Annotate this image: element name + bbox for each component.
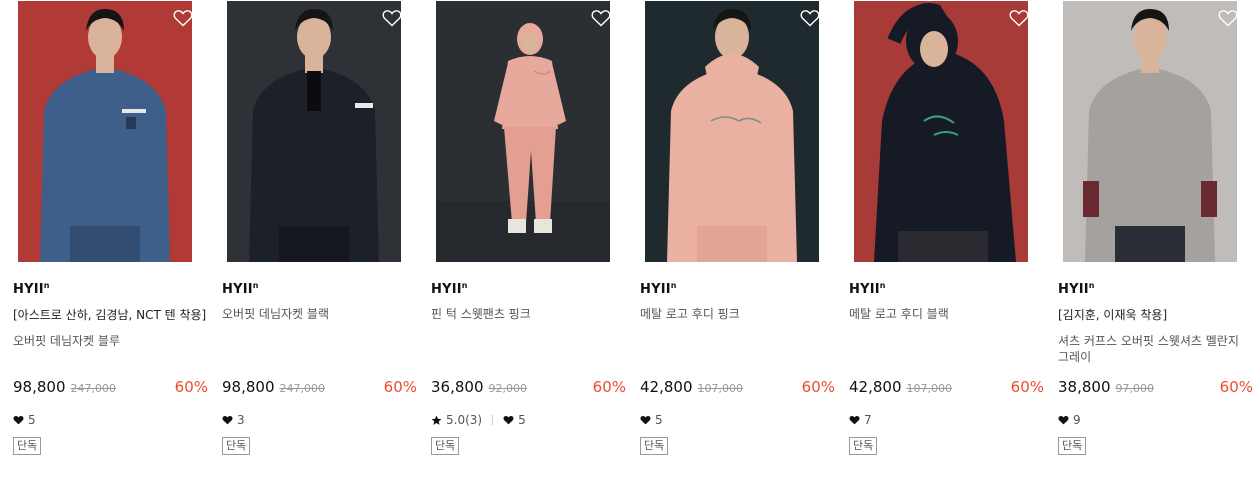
product-image[interactable] [18, 1, 192, 262]
product-name[interactable]: 셔츠 커프스 오버핏 스웻셔츠 멜란지 그레이 [1058, 333, 1248, 365]
discount-rate: 60% [1219, 378, 1253, 396]
product-grid: HYIIn [아스트로 산하, 김경남, NCT 텐 착용] 오버핏 데님자켓 … [0, 0, 1257, 496]
product-image[interactable] [854, 1, 1028, 262]
discount-rate: 60% [801, 378, 835, 396]
product-card[interactable]: HYIIn 메탈 로고 후디 블랙 42,800 107,000 60% 7 단독 [849, 0, 1045, 480]
wishlist-heart-icon[interactable] [173, 9, 193, 27]
heart-filled-icon [640, 415, 651, 425]
likes-count: 9 [1073, 413, 1081, 427]
likes-count: 5 [518, 413, 526, 427]
heart-filled-icon [849, 415, 860, 425]
original-price: 92,000 [488, 382, 528, 395]
likes-count: 3 [237, 413, 245, 427]
original-price: 97,000 [1115, 382, 1155, 395]
wishlist-heart-icon[interactable] [1218, 9, 1238, 27]
brand-name[interactable]: HYIIn [849, 281, 886, 297]
heart-filled-icon [222, 415, 233, 425]
product-card[interactable]: HYIIn [김지훈, 이재욱 착용] 셔츠 커프스 오버핏 스웻셔츠 멜란지 … [1058, 0, 1254, 480]
stats-divider [492, 415, 494, 425]
product-stats: 5 [640, 413, 663, 427]
discount-rate: 60% [1010, 378, 1044, 396]
product-name[interactable]: 메탈 로고 후디 블랙 [849, 306, 1039, 322]
exclusive-badge: 단독 [13, 437, 42, 455]
heart-filled-icon [13, 415, 24, 425]
heart-filled-icon [503, 415, 514, 425]
original-price: 247,000 [70, 382, 117, 395]
product-stats: 3 [222, 413, 245, 427]
brand-name[interactable]: HYIIn [13, 281, 50, 297]
brand-name[interactable]: HYIIn [640, 281, 677, 297]
discount-rate: 60% [383, 378, 417, 396]
likes-count: 5 [28, 413, 36, 427]
product-stats: 9 [1058, 413, 1081, 427]
sale-price: 42,800 107,000 [640, 378, 743, 396]
product-card[interactable]: HYIIn 메탈 로고 후디 핑크 42,800 107,000 60% 5 단독 [640, 0, 836, 480]
product-image[interactable] [436, 1, 610, 262]
product-name[interactable]: 핀 턱 스웻팬츠 핑크 [431, 306, 621, 322]
sale-price: 98,800 247,000 [222, 378, 325, 396]
sale-price: 36,800 92,000 [431, 378, 527, 396]
exclusive-badge: 단독 [849, 437, 878, 455]
product-name[interactable]: 오버핏 데님자켓 블랙 [222, 306, 412, 322]
product-tagline[interactable]: [김지훈, 이재욱 착용] [1058, 306, 1254, 323]
product-image[interactable] [1063, 1, 1237, 262]
star-filled-icon [431, 415, 442, 426]
wishlist-heart-icon[interactable] [591, 9, 611, 27]
original-price: 247,000 [279, 382, 326, 395]
brand-name[interactable]: HYIIn [1058, 281, 1095, 297]
heart-filled-icon [1058, 415, 1069, 425]
exclusive-badge: 단독 [640, 437, 669, 455]
product-stats: 5 [13, 413, 36, 427]
wishlist-heart-icon[interactable] [382, 9, 402, 27]
product-image[interactable] [227, 1, 401, 262]
likes-count: 5 [655, 413, 663, 427]
wishlist-heart-icon[interactable] [1009, 9, 1029, 27]
sale-price: 38,800 97,000 [1058, 378, 1154, 396]
product-name[interactable]: 메탈 로고 후디 핑크 [640, 306, 830, 322]
likes-count: 7 [864, 413, 872, 427]
sale-price: 98,800 247,000 [13, 378, 116, 396]
product-card[interactable]: HYIIn 핀 턱 스웻팬츠 핑크 36,800 92,000 60% 5.0(3… [431, 0, 627, 480]
sale-price: 42,800 107,000 [849, 378, 952, 396]
discount-rate: 60% [174, 378, 208, 396]
wishlist-heart-icon[interactable] [800, 9, 820, 27]
product-image[interactable] [645, 1, 819, 262]
rating-value: 5.0(3) [446, 413, 483, 427]
brand-name[interactable]: HYIIn [431, 281, 468, 297]
original-price: 107,000 [906, 382, 953, 395]
product-name[interactable]: 오버핏 데님자켓 블루 [13, 333, 203, 349]
product-stats: 7 [849, 413, 872, 427]
exclusive-badge: 단독 [1058, 437, 1087, 455]
exclusive-badge: 단독 [222, 437, 251, 455]
product-tagline[interactable]: [아스트로 산하, 김경남, NCT 텐 착용] [13, 306, 209, 323]
product-card[interactable]: HYIIn [아스트로 산하, 김경남, NCT 텐 착용] 오버핏 데님자켓 … [13, 0, 209, 480]
product-card[interactable]: HYIIn 오버핏 데님자켓 블랙 98,800 247,000 60% 3 단독 [222, 0, 418, 480]
product-stats: 5.0(3) 5 [431, 413, 526, 427]
original-price: 107,000 [697, 382, 744, 395]
discount-rate: 60% [592, 378, 626, 396]
brand-name[interactable]: HYIIn [222, 281, 259, 297]
exclusive-badge: 단독 [431, 437, 460, 455]
